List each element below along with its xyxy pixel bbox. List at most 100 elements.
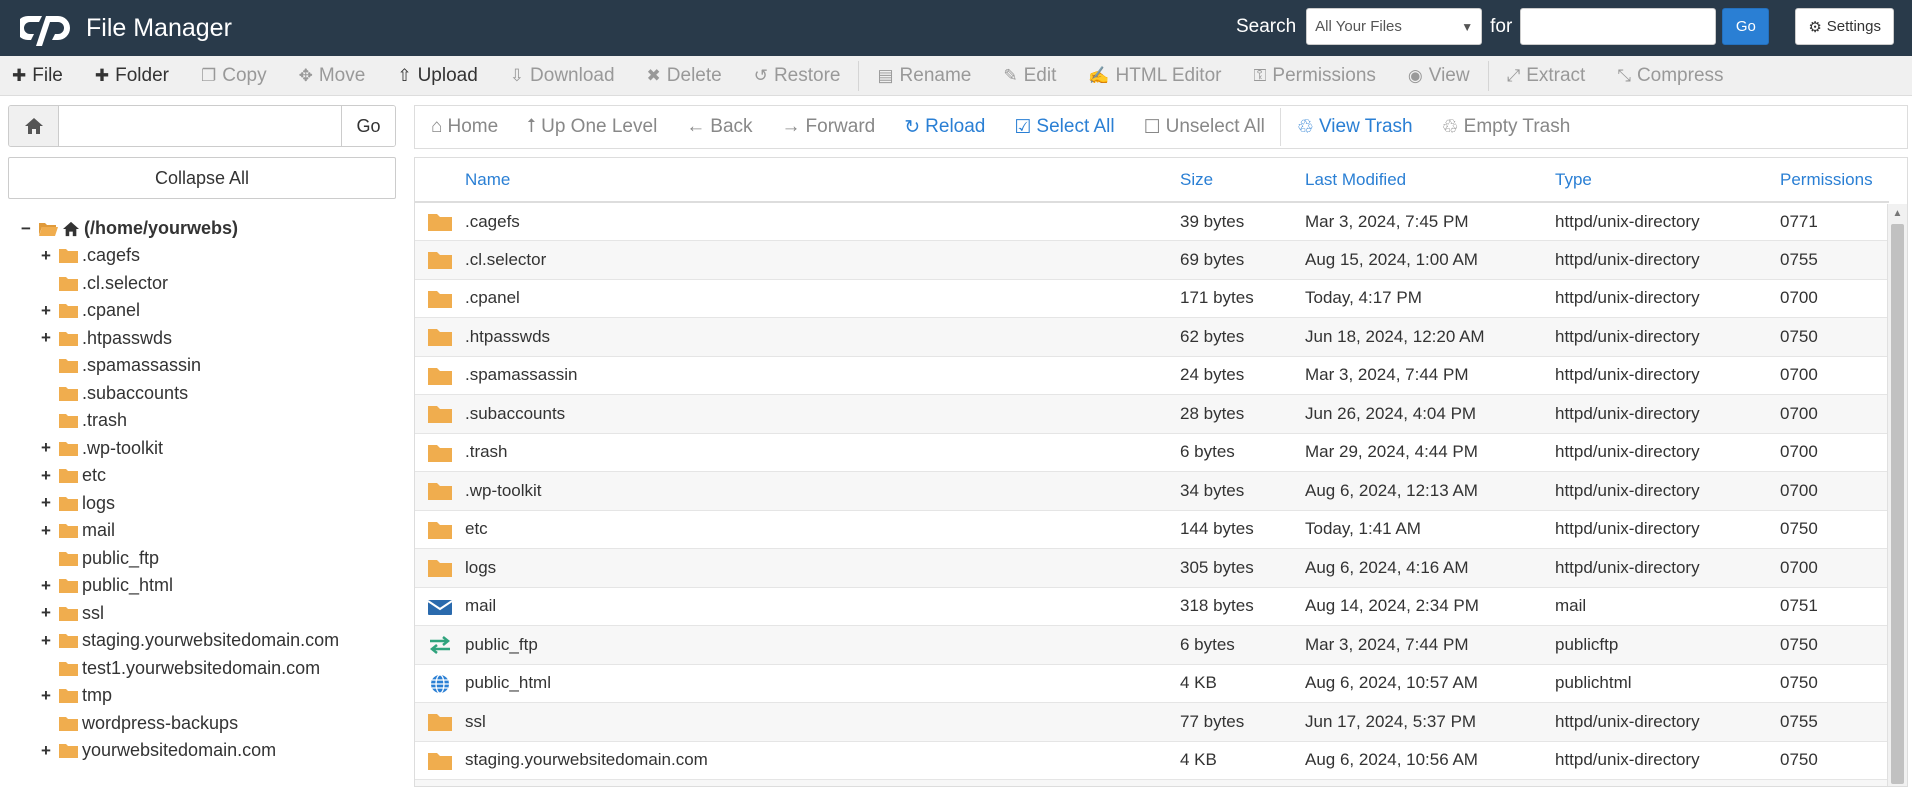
column-header-permissions[interactable]: Permissions: [1780, 158, 1889, 203]
collapse-toggle-icon[interactable]: −: [18, 219, 34, 239]
back-button[interactable]: ← Back: [686, 116, 752, 138]
rename-button[interactable]: ▤ Rename: [877, 65, 971, 87]
tree-item[interactable]: +test1.yourwebsitedomain.com: [18, 655, 396, 683]
home-button[interactable]: ⌂ Home: [431, 116, 498, 138]
rename-label: Rename: [899, 64, 972, 86]
expand-toggle-icon[interactable]: +: [38, 246, 54, 266]
expand-toggle-icon[interactable]: +: [38, 328, 54, 348]
tree-item[interactable]: + mail: [18, 517, 396, 545]
table-row[interactable]: .subaccounts 28 bytes Jun 26, 2024, 4:04 P…: [415, 394, 1889, 434]
table-row[interactable]: .trash 6 bytes Mar 29, 2024, 4:44 PM httpd/…: [415, 433, 1889, 472]
extract-button[interactable]: ⤢ Extract: [1507, 65, 1586, 87]
table-row[interactable]: .cagefs 39 bytes Mar 3, 2024, 7:45 PM httpd…: [415, 202, 1889, 241]
file-button[interactable]: ✚ File: [12, 65, 63, 87]
expand-toggle-icon[interactable]: +: [38, 576, 54, 596]
tree-item[interactable]: + .htpasswds: [18, 325, 396, 353]
table-row[interactable]: .cpanel 171 bytes Today, 4:17 PM httpd/unix…: [415, 279, 1889, 318]
folder-button[interactable]: ✚ Folder: [95, 65, 169, 87]
tree-item[interactable]: + .wp-toolkit: [18, 435, 396, 463]
tree-item[interactable]: +public_ftp: [18, 545, 396, 573]
table-row[interactable]: mail 318 bytes Aug 14, 2024, 2:34 PM mail 07…: [415, 587, 1889, 626]
expand-toggle-icon[interactable]: +: [38, 301, 54, 321]
table-row[interactable]: .cl.selector 69 bytes Aug 15, 2024, 1:00 A…: [415, 240, 1889, 280]
column-header-size[interactable]: Size: [1180, 158, 1305, 203]
table-row[interactable]: logs 305 bytes Aug 6, 2024, 4:16 AM httpd/u…: [415, 548, 1889, 588]
settings-button[interactable]: ⚙ Settings: [1795, 8, 1894, 45]
tree-item[interactable]: + logs: [18, 490, 396, 518]
table-row[interactable]: test1.yourwebsitedomain.com6 bytesMar 29…: [415, 779, 1889, 786]
download-button[interactable]: ⇩ Download: [510, 65, 615, 87]
scroll-thumb[interactable]: [1891, 224, 1904, 784]
tree-item[interactable]: +wordpress-backups: [18, 710, 396, 738]
permissions-button[interactable]: ⚿ Permissions: [1253, 65, 1375, 87]
up-one-level-button[interactable]: ⭡ Up One Level: [527, 116, 657, 138]
tree-item[interactable]: + etc: [18, 462, 396, 490]
table-row[interactable]: .wp-toolkit 34 bytes Aug 6, 2024, 12:13 AM…: [415, 471, 1889, 511]
tree-item[interactable]: + .cpanel: [18, 297, 396, 325]
search-input[interactable]: [1520, 8, 1717, 45]
expand-toggle-icon[interactable]: +: [38, 631, 54, 651]
tree-root[interactable]: − (/home/yourwebs): [18, 215, 396, 242]
checkbox-empty-icon: ☐: [1143, 116, 1161, 138]
expand-toggle-icon[interactable]: +: [38, 521, 54, 541]
tree-item[interactable]: + staging.yourwebsitedomain.com: [18, 627, 396, 655]
path-input[interactable]: [59, 106, 341, 146]
tree-item[interactable]: + tmp: [18, 682, 396, 710]
file-size: 144 bytes: [1180, 510, 1305, 549]
globe-icon: [427, 673, 453, 694]
tree-item[interactable]: + public_html: [18, 572, 396, 600]
vertical-scrollbar[interactable]: ▲: [1887, 204, 1907, 786]
reload-button[interactable]: ↻ Reload: [904, 116, 985, 139]
restore-button[interactable]: ↺ Restore: [754, 65, 841, 87]
view-button[interactable]: ◉ View: [1408, 65, 1470, 87]
expand-toggle-icon[interactable]: +: [38, 741, 54, 761]
collapse-all-button[interactable]: Collapse All: [8, 157, 396, 199]
logo[interactable]: File Manager: [20, 8, 232, 48]
tree-item[interactable]: + .cagefs: [18, 242, 396, 270]
html-editor-button[interactable]: ✍ HTML Editor: [1088, 65, 1221, 87]
file-size: 4 KB: [1180, 664, 1305, 703]
table-row[interactable]: public_ftp 6 bytes Mar 3, 2024, 7:44 PM pub…: [415, 625, 1889, 665]
table-row[interactable]: .htpasswds 62 bytes Jun 18, 2024, 12:20 AM…: [415, 317, 1889, 357]
scroll-up-arrow-icon[interactable]: ▲: [1888, 204, 1907, 222]
expand-toggle-icon[interactable]: +: [38, 686, 54, 706]
folder-icon: [427, 519, 453, 539]
expand-toggle-icon[interactable]: +: [38, 603, 54, 623]
view-trash-button[interactable]: ♲ View Trash: [1297, 116, 1413, 139]
tree-item[interactable]: +.spamassassin: [18, 352, 396, 380]
unselect-all-button[interactable]: ☐ Unselect All: [1144, 116, 1265, 139]
expand-toggle-icon[interactable]: +: [38, 466, 54, 486]
table-row[interactable]: public_html 4 KB Aug 6, 2024, 10:57 AM publ…: [415, 664, 1889, 703]
folder-icon: [59, 634, 78, 649]
copy-button[interactable]: ❐ Copy: [201, 65, 267, 87]
expand-toggle-icon[interactable]: +: [38, 493, 54, 513]
delete-button[interactable]: ✖ Delete: [647, 65, 722, 87]
table-row[interactable]: etc 144 bytes Today, 1:41 AM httpd/unix-dir…: [415, 510, 1889, 549]
search-scope-select[interactable]: All Your Files ▼: [1306, 8, 1483, 45]
compress-button[interactable]: ⤡ Compress: [1617, 65, 1723, 87]
tree-item[interactable]: +.cl.selector: [18, 270, 396, 298]
table-row[interactable]: ssl 77 bytes Jun 17, 2024, 5:37 PM httpd/un…: [415, 702, 1889, 742]
table-row[interactable]: .spamassassin 24 bytes Mar 3, 2024, 7:44 P…: [415, 356, 1889, 395]
select-all-button[interactable]: ☑ Select All: [1014, 116, 1114, 139]
empty-trash-button[interactable]: ♲ Empty Trash: [1442, 116, 1571, 139]
tree-item[interactable]: +.trash: [18, 407, 396, 435]
table-row[interactable]: staging.yourwebsitedomain.com 4 KB Aug 6, …: [415, 741, 1889, 780]
search-go-button[interactable]: Go: [1722, 8, 1770, 45]
expand-toggle-icon[interactable]: +: [38, 438, 54, 458]
tree-item[interactable]: + ssl: [18, 600, 396, 628]
tree-item[interactable]: +.subaccounts: [18, 380, 396, 408]
column-header-last-modified[interactable]: Last Modified: [1305, 158, 1555, 203]
column-header-name[interactable]: Name: [465, 158, 1180, 203]
forward-button[interactable]: → Forward: [782, 116, 876, 138]
tree-item[interactable]: + yourwebsitedomain.com: [18, 737, 396, 765]
move-button[interactable]: ✥ Move: [299, 65, 366, 87]
path-go-button[interactable]: Go: [341, 106, 395, 146]
column-header-type[interactable]: Type: [1555, 158, 1780, 203]
upload-button[interactable]: ⇧ Upload: [397, 65, 477, 87]
home-path-button[interactable]: [9, 106, 59, 146]
file-last-modified: Mar 29, 2024, 4:07 PM: [1305, 779, 1555, 786]
edit-button[interactable]: ✎ Edit: [1003, 65, 1056, 87]
file-permissions: 0700: [1780, 356, 1889, 395]
copy-icon: ❐: [200, 65, 217, 85]
